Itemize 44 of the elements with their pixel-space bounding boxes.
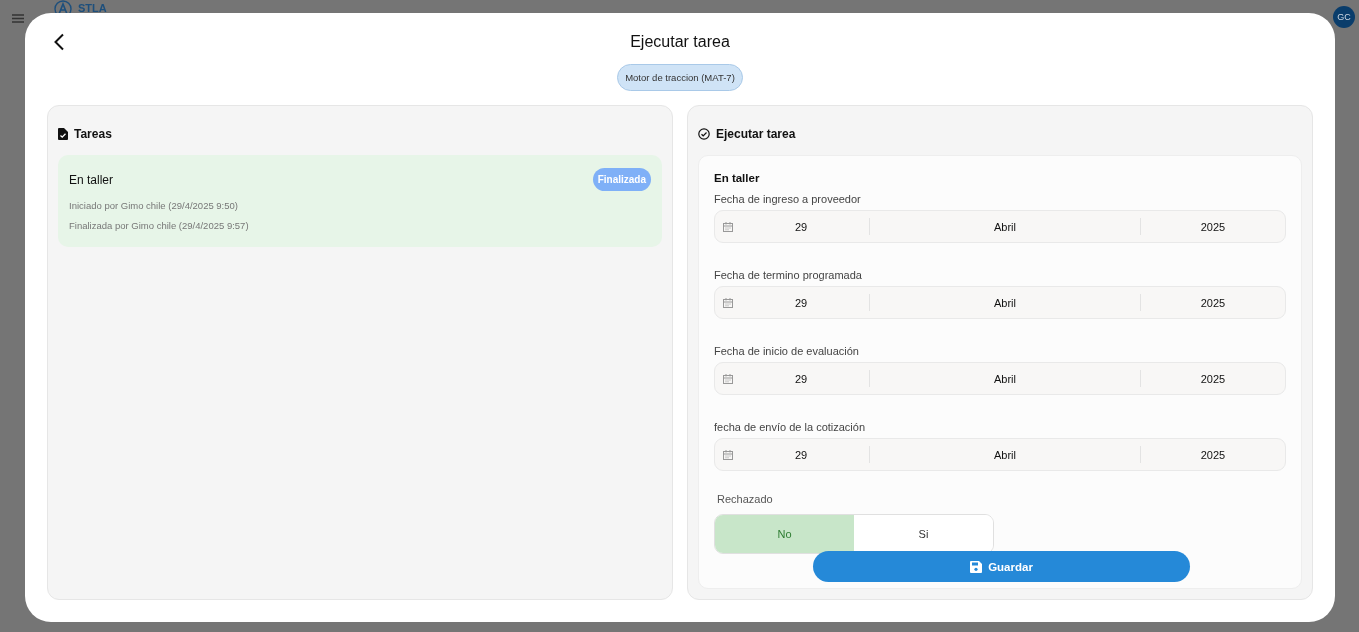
date-field[interactable]: 29 Abril 2025 xyxy=(714,286,1286,319)
logo-text: STLA xyxy=(78,2,107,14)
month-value: Abril xyxy=(994,448,1016,461)
status-badge: Finalizada xyxy=(592,168,651,191)
year-value: 2025 xyxy=(1200,296,1226,309)
year-value: 2025 xyxy=(1200,220,1226,233)
save-button[interactable]: Guardar xyxy=(813,551,1190,582)
field-label: Fecha de inicio de evaluación xyxy=(714,345,860,357)
panel-title: Tareas xyxy=(74,127,112,141)
month-value: Abril xyxy=(994,296,1016,309)
day-value: 29 xyxy=(793,448,809,461)
dialog-title: Ejecutar tarea xyxy=(630,33,730,51)
field-label: fecha de envío de la cotización xyxy=(714,421,867,433)
save-icon xyxy=(970,560,983,573)
user-avatar[interactable]: GC xyxy=(1333,6,1355,28)
field-label: Rechazado xyxy=(717,493,774,505)
toggle-option[interactable]: No xyxy=(715,515,854,553)
month-value: Abril xyxy=(994,220,1016,233)
day-value: 29 xyxy=(793,372,809,385)
panel-title: Ejecutar tarea xyxy=(716,127,796,141)
task-log-text: Iniciado por Gimo chile (29/4/2025 9:50) xyxy=(69,200,239,211)
document-check-icon xyxy=(58,128,68,140)
calendar-icon xyxy=(723,449,733,460)
task-log-text: Finalizada por Gimo chile (29/4/2025 9:57) xyxy=(69,220,250,231)
date-field[interactable]: 29 Abril 2025 xyxy=(714,438,1286,471)
check-circle-icon xyxy=(698,128,710,140)
task-name: En taller xyxy=(714,172,761,184)
field-label: Fecha de ingreso a proveedor xyxy=(714,193,862,205)
field-label: Fecha de termino programada xyxy=(714,269,863,281)
date-field[interactable]: 29 Abril 2025 xyxy=(714,362,1286,395)
back-icon[interactable] xyxy=(53,33,65,51)
year-value: 2025 xyxy=(1200,448,1226,461)
equipment-chip: Motor de traccion (MAT-7) xyxy=(617,64,743,91)
date-field[interactable]: 29 Abril 2025 xyxy=(714,210,1286,243)
month-value: Abril xyxy=(994,372,1016,385)
task-card[interactable]: En taller Finalizada Iniciado por Gimo chile (29/4/2025 9:50) Finalizada por Gimo chile (29/4/2025 9:57) xyxy=(58,155,662,247)
task-name: En taller xyxy=(69,172,114,187)
calendar-icon xyxy=(723,297,733,308)
calendar-icon xyxy=(723,221,733,232)
calendar-icon xyxy=(723,373,733,384)
day-value: 29 xyxy=(793,220,809,233)
year-value: 2025 xyxy=(1200,372,1226,385)
day-value: 29 xyxy=(793,296,809,309)
menu-icon[interactable] xyxy=(12,14,24,23)
